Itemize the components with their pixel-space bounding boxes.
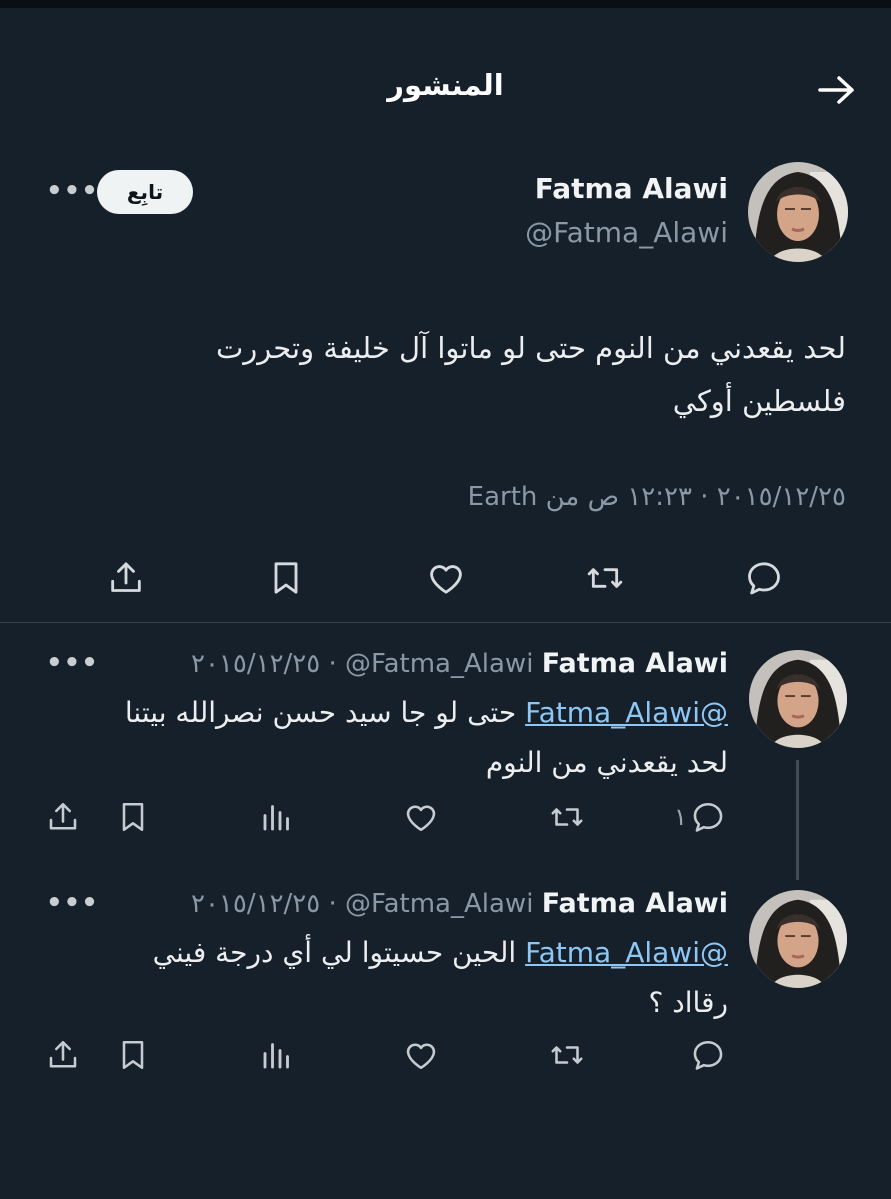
arrow-right-icon[interactable]: [817, 74, 857, 106]
avatar[interactable]: [748, 162, 848, 262]
reply-author-handle[interactable]: @Fatma_Alawi: [345, 649, 533, 679]
reply-text: @Fatma_Alawi حتى لو جا سيد حسن نصرالله ب…: [28, 688, 728, 788]
top-bar: المنشور: [0, 8, 891, 128]
reply-icon[interactable]: [690, 799, 726, 835]
reply-icon[interactable]: [744, 558, 784, 598]
reply-actions: [0, 1037, 891, 1073]
share-icon[interactable]: [45, 799, 81, 835]
reply-author-name[interactable]: Fatma Alawi: [542, 648, 728, 679]
retweet-icon[interactable]: [548, 799, 586, 835]
views-icon[interactable]: [259, 799, 295, 835]
divider: [0, 622, 891, 623]
more-options-icon[interactable]: •••: [46, 648, 99, 678]
follow-button[interactable]: تابِع: [97, 170, 193, 214]
reply-text-line: رقااد ؟: [648, 986, 728, 1019]
more-options-icon[interactable]: •••: [46, 176, 99, 206]
like-icon[interactable]: [403, 799, 439, 835]
tweet-text-line: لحد يقعدني من النوم حتى لو ماتوا آل خليف…: [216, 331, 846, 365]
page-title: المنشور: [387, 68, 504, 102]
author-handle[interactable]: @Fatma_Alawi: [525, 216, 728, 249]
reply-author-name[interactable]: Fatma Alawi: [542, 888, 728, 919]
more-options-icon[interactable]: •••: [46, 888, 99, 918]
like-icon[interactable]: [403, 1037, 439, 1073]
share-icon[interactable]: [106, 558, 146, 598]
avatar[interactable]: [749, 650, 847, 748]
avatar[interactable]: [749, 890, 847, 988]
tweet-timestamp: ٢٠١٥/١٢/٢٥ · ١٢:٢٣ ص من Earth: [467, 482, 846, 512]
reply-header: ٢٠١٥/١٢/٢٥ · @Fatma_Alawi Fatma Alawi: [190, 648, 728, 679]
reply-actions: ١: [0, 799, 891, 835]
bookmark-icon[interactable]: [266, 558, 306, 598]
author-name[interactable]: Fatma Alawi: [535, 172, 728, 205]
status-bar-strip: [0, 0, 891, 8]
reply-date: ٢٠١٥/١٢/٢٥: [190, 889, 321, 919]
reply-text-line: حتى لو جا سيد حسن نصرالله بيتنا: [124, 696, 517, 729]
mention-link[interactable]: @Fatma_Alawi: [525, 936, 728, 969]
reply-header: ٢٠١٥/١٢/٢٥ · @Fatma_Alawi Fatma Alawi: [190, 888, 728, 919]
retweet-icon[interactable]: [548, 1037, 586, 1073]
tweet-text: لحد يقعدني من النوم حتى لو ماتوا آل خليف…: [66, 322, 846, 428]
tweet-text-line: فلسطين أوكي: [672, 384, 846, 418]
bookmark-icon[interactable]: [115, 799, 151, 835]
share-icon[interactable]: [45, 1037, 81, 1073]
reply-text-line: لحد يقعدني من النوم: [485, 746, 728, 779]
views-icon[interactable]: [259, 1037, 295, 1073]
reply-text-line: الحين حسيتوا لي أي درجة فيني: [152, 936, 517, 969]
like-icon[interactable]: [426, 558, 466, 598]
mention-link[interactable]: @Fatma_Alawi: [525, 696, 728, 729]
reply-icon[interactable]: [690, 1037, 726, 1073]
reply-count: ١: [674, 803, 687, 831]
tweet-actions: [0, 558, 891, 600]
retweet-icon[interactable]: [584, 558, 626, 598]
reply-author-handle[interactable]: @Fatma_Alawi: [345, 889, 533, 919]
bookmark-icon[interactable]: [115, 1037, 151, 1073]
reply-text: @Fatma_Alawi الحين حسيتوا لي أي درجة فين…: [28, 928, 728, 1028]
reply-date: ٢٠١٥/١٢/٢٥: [190, 649, 321, 679]
